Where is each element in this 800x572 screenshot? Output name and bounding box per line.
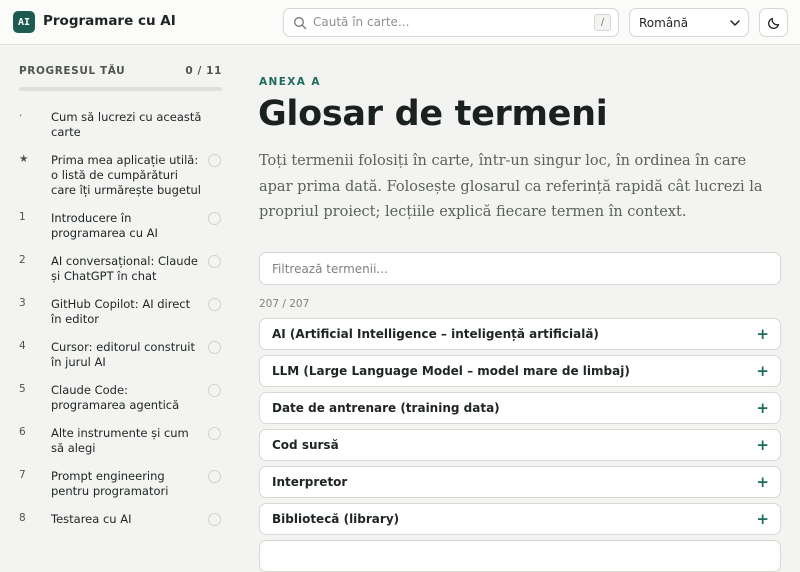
glossary-term[interactable]: Interpretor +: [259, 466, 781, 498]
brand-title[interactable]: Programare cu AI: [43, 13, 176, 29]
expand-plus-icon[interactable]: +: [756, 325, 769, 343]
glossary-term-label: Bibliotecă (library): [272, 512, 400, 526]
page-lead: Toți termenii folosiți în carte, într-un…: [259, 153, 763, 220]
theme-toggle-button[interactable]: [759, 8, 788, 37]
toc-item-number: ·: [19, 110, 23, 122]
expand-plus-icon[interactable]: +: [756, 473, 769, 491]
toc-item-number: 7: [19, 469, 26, 481]
progress-circle-icon[interactable]: [208, 154, 221, 167]
search-input[interactable]: Caută în carte...: [313, 15, 409, 29]
toc-item-number: 4: [19, 340, 26, 352]
glossary-term[interactable]: Cod sursă +: [259, 429, 781, 461]
glossary-term-label: Interpretor: [272, 475, 348, 489]
progress-bar: [19, 87, 222, 91]
filter-placeholder: Filtrează termenii...: [272, 262, 388, 276]
expand-plus-icon[interactable]: +: [756, 510, 769, 528]
chevron-down-icon: [730, 20, 740, 26]
sidebar: PROGRESUL TĂU 0 / 11 · Cum să lucrezi cu…: [0, 45, 236, 544]
toc-item-number: ★: [19, 153, 29, 165]
toc-item-label[interactable]: Testarea cu AI: [51, 512, 203, 527]
progress-count: 0 / 11: [185, 65, 222, 77]
top-bar: AI Programare cu AI Caută în carte... / …: [0, 0, 800, 45]
toc-item-number: 2: [19, 254, 26, 266]
toc-item-label[interactable]: GitHub Copilot: AI direct în editor: [51, 297, 203, 327]
progress-circle-icon[interactable]: [208, 427, 221, 440]
language-select[interactable]: Română: [629, 8, 749, 37]
filter-terms-input[interactable]: Filtrează termenii...: [259, 252, 781, 285]
glossary-term-label: Date de antrenare (training data): [272, 401, 500, 415]
progress-header: PROGRESUL TĂU 0 / 11: [19, 65, 222, 77]
terms-counter: 207 / 207: [259, 298, 310, 310]
glossary-term[interactable]: Bibliotecă (library) +: [259, 503, 781, 535]
language-select-value: Română: [639, 15, 689, 30]
section-eyebrow: ANEXA A: [259, 76, 321, 88]
progress-circle-icon[interactable]: [208, 298, 221, 311]
search-box[interactable]: Caută în carte... /: [283, 8, 619, 37]
progress-circle-icon[interactable]: [208, 470, 221, 483]
toc-item-label[interactable]: Prima mea aplicație utilă: o listă de cu…: [51, 153, 203, 198]
toc-item-label[interactable]: AI conversațional: Claude și ChatGPT în …: [51, 254, 203, 284]
search-shortcut-hint: /: [594, 14, 611, 31]
toc-item-label[interactable]: Prompt engineering pentru programatori: [51, 469, 203, 499]
toc-item-label[interactable]: Claude Code: programarea agentică: [51, 383, 203, 413]
expand-plus-icon[interactable]: +: [756, 399, 769, 417]
moon-icon: [767, 17, 779, 29]
progress-circle-icon[interactable]: [208, 513, 221, 526]
toc-item-label[interactable]: Introducere în programarea cu AI: [51, 211, 203, 241]
glossary-term-label: Cod sursă: [272, 438, 339, 452]
toc-item-label[interactable]: Cursor: editorul construit în jurul AI: [51, 340, 203, 370]
progress-circle-icon[interactable]: [208, 255, 221, 268]
glossary-term-label: LLM (Large Language Model – model mare d…: [272, 364, 630, 378]
toc-item-number: 8: [19, 512, 26, 524]
toc-item-label[interactable]: Alte instrumente și cum să alegi: [51, 426, 203, 456]
progress-circle-icon[interactable]: [208, 384, 221, 397]
toc-item-number: 5: [19, 383, 26, 395]
glossary-term-label: AI (Artificial Intelligence – inteligenț…: [272, 327, 599, 341]
expand-plus-icon[interactable]: +: [756, 362, 769, 380]
glossary-term[interactable]: LLM (Large Language Model – model mare d…: [259, 355, 781, 387]
glossary-term[interactable]: AI (Artificial Intelligence – inteligenț…: [259, 318, 781, 350]
search-icon: [294, 17, 307, 30]
toc-item-label[interactable]: Cum să lucrezi cu această carte: [51, 110, 203, 140]
progress-circle-icon[interactable]: [208, 341, 221, 354]
page-title: Glosar de termeni: [258, 94, 608, 134]
toc-item-number: 6: [19, 426, 26, 438]
progress-circle-icon[interactable]: [208, 212, 221, 225]
main-content: ANEXA A Glosar de termeni Toți termenii …: [236, 45, 800, 572]
glossary-term[interactable]: Date de antrenare (training data) +: [259, 392, 781, 424]
logo-icon[interactable]: AI: [13, 11, 35, 33]
toc-item-number: 1: [19, 211, 26, 223]
glossary-term[interactable]: [259, 540, 781, 572]
progress-label: PROGRESUL TĂU: [19, 65, 126, 77]
toc-item-number: 3: [19, 297, 26, 309]
expand-plus-icon[interactable]: +: [756, 436, 769, 454]
